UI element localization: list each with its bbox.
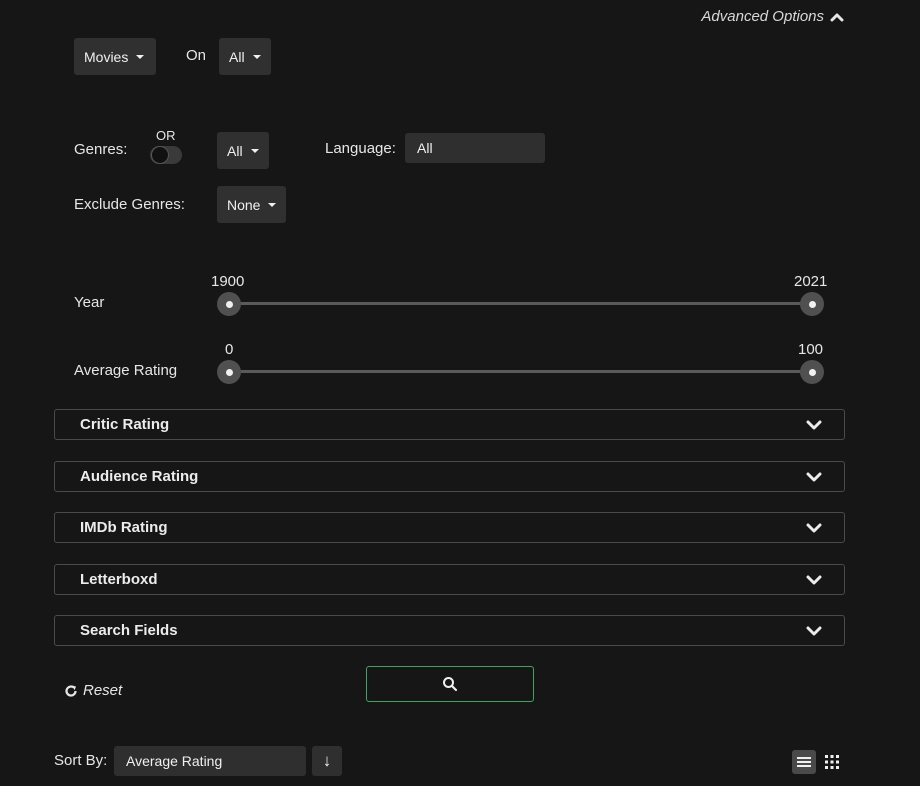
accordion-title: Search Fields <box>80 622 178 639</box>
year-min-thumb[interactable] <box>217 292 241 316</box>
sort-direction-button[interactable]: ↓ <box>312 746 342 776</box>
year-min-value: 1900 <box>211 273 245 290</box>
accordion-letterboxd[interactable]: Letterboxd <box>54 564 845 595</box>
sort-by-label: Sort By: <box>54 752 108 769</box>
caret-down-icon <box>252 54 261 59</box>
reset-label: Reset <box>83 682 123 699</box>
avg-rating-min-thumb[interactable] <box>217 360 241 384</box>
sort-by-value: Average Rating <box>126 753 223 769</box>
arrow-down-icon: ↓ <box>322 751 332 770</box>
avg-rating-max-thumb[interactable] <box>800 360 824 384</box>
accordion-imdb-rating[interactable]: IMDb Rating <box>54 512 845 543</box>
exclude-genres-dropdown[interactable]: None <box>217 186 286 223</box>
genres-label: Genres: <box>74 141 128 158</box>
chevron-down-icon <box>806 472 822 481</box>
accordion-title: Letterboxd <box>80 571 158 588</box>
list-view-button[interactable] <box>792 750 816 774</box>
search-icon <box>443 677 458 692</box>
genres-value: All <box>227 142 243 159</box>
media-type-dropdown[interactable]: Movies <box>74 38 156 75</box>
year-max-thumb[interactable] <box>800 292 824 316</box>
year-max-value: 2021 <box>794 273 828 290</box>
media-type-value: Movies <box>84 48 129 65</box>
language-label: Language: <box>325 140 396 157</box>
accordion-critic-rating[interactable]: Critic Rating <box>54 409 845 440</box>
grid-view-button[interactable] <box>820 750 844 774</box>
advanced-options-label: Advanced Options <box>701 8 824 25</box>
on-value: All <box>229 48 245 65</box>
accordion-title: IMDb Rating <box>80 519 168 536</box>
exclude-genres-value: None <box>227 196 261 213</box>
on-dropdown[interactable]: All <box>219 38 271 75</box>
accordion-search-fields[interactable]: Search Fields <box>54 615 845 646</box>
chevron-up-icon <box>830 13 844 21</box>
caret-down-icon <box>268 202 277 207</box>
avg-rating-slider-track[interactable] <box>229 370 812 373</box>
avg-rating-min-value: 0 <box>225 341 234 358</box>
caret-down-icon <box>250 148 259 153</box>
genres-or-toggle[interactable] <box>150 146 182 164</box>
accordion-audience-rating[interactable]: Audience Rating <box>54 461 845 492</box>
chevron-down-icon <box>806 523 822 532</box>
advanced-options-toggle[interactable]: Advanced Options <box>701 8 844 25</box>
grid-view-icon <box>825 755 839 769</box>
exclude-genres-label: Exclude Genres: <box>74 196 185 213</box>
year-slider-track[interactable] <box>229 302 812 305</box>
genres-or-label: OR <box>156 128 176 143</box>
refresh-icon <box>65 684 77 697</box>
search-button[interactable] <box>366 666 534 702</box>
toggle-knob <box>151 146 169 164</box>
avg-rating-label: Average Rating <box>74 362 178 379</box>
chevron-down-icon <box>806 626 822 635</box>
year-label: Year <box>74 294 105 311</box>
avg-rating-max-value: 100 <box>798 341 824 358</box>
accordion-title: Audience Rating <box>80 468 199 485</box>
accordion-title: Critic Rating <box>80 416 170 433</box>
list-view-icon <box>797 757 811 767</box>
genres-dropdown[interactable]: All <box>217 132 269 169</box>
on-label: On <box>186 47 207 64</box>
reset-button[interactable]: Reset <box>64 682 122 699</box>
chevron-down-icon <box>806 575 822 584</box>
sort-by-select[interactable]: Average Rating <box>114 746 306 776</box>
language-input[interactable] <box>405 133 545 163</box>
caret-down-icon <box>136 54 145 59</box>
chevron-down-icon <box>806 420 822 429</box>
